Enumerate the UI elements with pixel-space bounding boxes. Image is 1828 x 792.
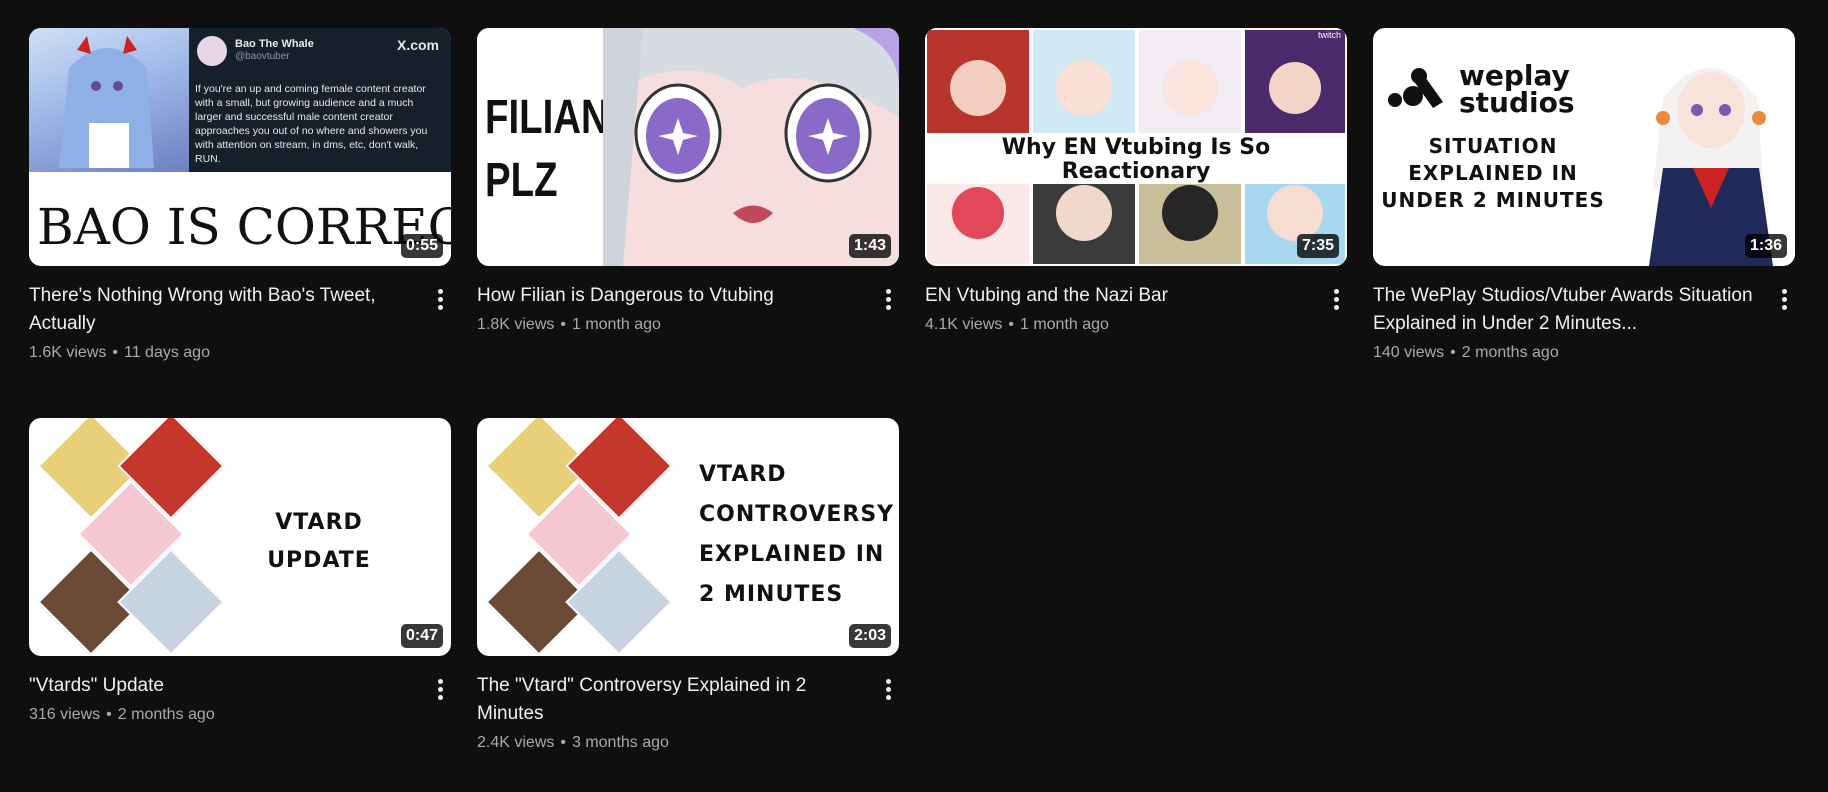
tweet-avatar bbox=[197, 36, 227, 66]
video-stats: 4.1K views • 1 month ago bbox=[925, 314, 1309, 336]
video-card[interactable]: VTARD UPDATE 0:47 "Vtards" Update 316 vi… bbox=[29, 418, 453, 726]
thumbnail-line-2: UPDATE bbox=[267, 548, 371, 573]
video-meta: "Vtards" Update 316 views • 2 months ago bbox=[29, 672, 453, 726]
thumbnail-line-1: FILIAN bbox=[485, 91, 609, 144]
tweet-site: X.com bbox=[396, 37, 439, 53]
duration-badge: 2:03 bbox=[848, 624, 891, 648]
video-stats: 316 views • 2 months ago bbox=[29, 704, 413, 726]
video-meta: How Filian is Dangerous to Vtubing 1.8K … bbox=[477, 282, 901, 336]
separator-dot: • bbox=[560, 316, 566, 333]
thumb-text-panel bbox=[477, 28, 603, 266]
duration-badge: 7:35 bbox=[1296, 234, 1339, 258]
diamond-collage bbox=[477, 418, 677, 656]
tweet-screenshot: Bao The Whale @baovtuber X.com If you're… bbox=[189, 28, 451, 172]
video-thumbnail[interactable]: weplay studios SITUATION EXPLAINED IN UN… bbox=[1373, 28, 1795, 266]
logo-text-2: studios bbox=[1459, 86, 1575, 119]
view-count: 4.1K views bbox=[925, 316, 1003, 333]
duration-badge: 1:36 bbox=[1744, 234, 1787, 258]
more-vert-icon[interactable] bbox=[1323, 286, 1349, 312]
video-stats: 2.4K views • 3 months ago bbox=[477, 732, 861, 754]
thumbnail-line-2: PLZ bbox=[485, 154, 558, 207]
character-illustration bbox=[59, 36, 154, 168]
separator-dot: • bbox=[560, 734, 566, 751]
video-card[interactable]: FILIAN PLZ 1:43 How Filian is Dangerous … bbox=[477, 28, 901, 336]
thumbnail-line-1: VTARD bbox=[699, 462, 787, 487]
view-count: 1.8K views bbox=[477, 316, 555, 333]
diamond-collage bbox=[29, 418, 229, 656]
view-count: 1.6K views bbox=[29, 344, 107, 361]
view-count: 316 views bbox=[29, 706, 101, 723]
character-closeup bbox=[603, 28, 899, 266]
more-vert-icon[interactable] bbox=[1771, 286, 1797, 312]
more-vert-icon[interactable] bbox=[427, 286, 453, 312]
upload-age: 1 month ago bbox=[1019, 316, 1109, 333]
video-title[interactable]: EN Vtubing and the Nazi Bar bbox=[925, 282, 1309, 310]
video-card[interactable]: Bao The Whale @baovtuber X.com If you're… bbox=[29, 28, 453, 364]
separator-dot: • bbox=[1008, 316, 1014, 333]
upload-age: 2 months ago bbox=[117, 706, 215, 723]
thumbnail-caption-3: UNDER 2 MINUTES bbox=[1381, 188, 1605, 212]
video-meta: The WePlay Studios/Vtuber Awards Situati… bbox=[1373, 282, 1797, 364]
more-vert-icon[interactable] bbox=[875, 286, 901, 312]
thumbnail-line-1: VTARD bbox=[275, 510, 363, 535]
more-vert-icon[interactable] bbox=[875, 676, 901, 702]
separator-dot: • bbox=[106, 706, 112, 723]
character-illustration bbox=[1649, 68, 1773, 266]
video-title[interactable]: The "Vtard" Controversy Explained in 2 M… bbox=[477, 672, 861, 728]
video-thumbnail[interactable]: VTARD CONTROVERSY EXPLAINED IN 2 MINUTES… bbox=[477, 418, 899, 656]
view-count: 2.4K views bbox=[477, 734, 555, 751]
video-stats: 1.8K views • 1 month ago bbox=[477, 314, 861, 336]
video-card[interactable]: VTARD CONTROVERSY EXPLAINED IN 2 MINUTES… bbox=[477, 418, 901, 754]
duration-badge: 0:55 bbox=[400, 234, 443, 258]
separator-dot: • bbox=[112, 344, 118, 361]
duration-badge: 1:43 bbox=[848, 234, 891, 258]
video-title[interactable]: There's Nothing Wrong with Bao's Tweet, … bbox=[29, 282, 413, 338]
video-title[interactable]: "Vtards" Update bbox=[29, 672, 413, 700]
tweet-handle: @baovtuber bbox=[235, 51, 290, 62]
twitch-watermark: twitch bbox=[1317, 30, 1341, 40]
thumbnail-caption-2: EXPLAINED IN bbox=[1408, 161, 1578, 185]
video-meta: The "Vtard" Controversy Explained in 2 M… bbox=[477, 672, 901, 754]
video-thumbnail[interactable]: VTARD UPDATE 0:47 bbox=[29, 418, 451, 656]
video-stats: 140 views • 2 months ago bbox=[1373, 342, 1757, 364]
weplay-logo-icon bbox=[1388, 68, 1443, 108]
video-thumbnail[interactable]: Bao The Whale @baovtuber X.com If you're… bbox=[29, 28, 451, 266]
upload-age: 2 months ago bbox=[1461, 344, 1559, 361]
thumbnail-line-4: 2 MINUTES bbox=[699, 582, 844, 607]
duration-badge: 0:47 bbox=[400, 624, 443, 648]
tweet-body: If you're an up and coming female conten… bbox=[195, 83, 428, 165]
thumbnail-banner: Why EN Vtubing Is So Reactionary bbox=[925, 136, 1347, 184]
upload-age: 11 days ago bbox=[123, 344, 210, 361]
video-meta: There's Nothing Wrong with Bao's Tweet, … bbox=[29, 282, 453, 364]
tweet-name: Bao The Whale bbox=[235, 38, 314, 50]
upload-age: 1 month ago bbox=[571, 316, 661, 333]
upload-age: 3 months ago bbox=[571, 734, 669, 751]
thumbnail-caption-1: SITUATION bbox=[1428, 134, 1558, 158]
thumbnail-line-3: EXPLAINED IN bbox=[699, 542, 885, 567]
video-card[interactable]: Why EN Vtubing Is So Reactionary twitch … bbox=[925, 28, 1349, 336]
video-title[interactable]: The WePlay Studios/Vtuber Awards Situati… bbox=[1373, 282, 1757, 338]
thumbnail-line-2: CONTROVERSY bbox=[699, 502, 895, 527]
separator-dot: • bbox=[1450, 344, 1456, 361]
video-stats: 1.6K views • 11 days ago bbox=[29, 342, 413, 364]
video-card[interactable]: weplay studios SITUATION EXPLAINED IN UN… bbox=[1373, 28, 1797, 364]
video-meta: EN Vtubing and the Nazi Bar 4.1K views • 1… bbox=[925, 282, 1349, 336]
more-vert-icon[interactable] bbox=[427, 676, 453, 702]
thumbnail-headline: BAO IS CORRECT bbox=[37, 198, 451, 256]
video-thumbnail[interactable]: FILIAN PLZ 1:43 bbox=[477, 28, 899, 266]
character-art bbox=[29, 28, 189, 172]
video-title[interactable]: How Filian is Dangerous to Vtubing bbox=[477, 282, 861, 310]
video-thumbnail[interactable]: Why EN Vtubing Is So Reactionary twitch … bbox=[925, 28, 1347, 266]
view-count: 140 views bbox=[1373, 344, 1445, 361]
